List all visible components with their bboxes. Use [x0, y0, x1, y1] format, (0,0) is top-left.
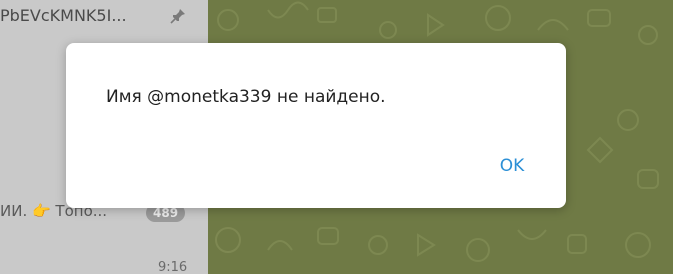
ok-button[interactable]: OK	[487, 152, 537, 180]
username-not-found-dialog: Имя @monetka339 не найдено. OK	[66, 43, 566, 208]
dialog-message: Имя @monetka339 не найдено.	[106, 87, 386, 107]
telegram-window: PbEVcKMNK5I... ИИ. 👉 Топо... 489 9:16 Им…	[0, 0, 673, 274]
